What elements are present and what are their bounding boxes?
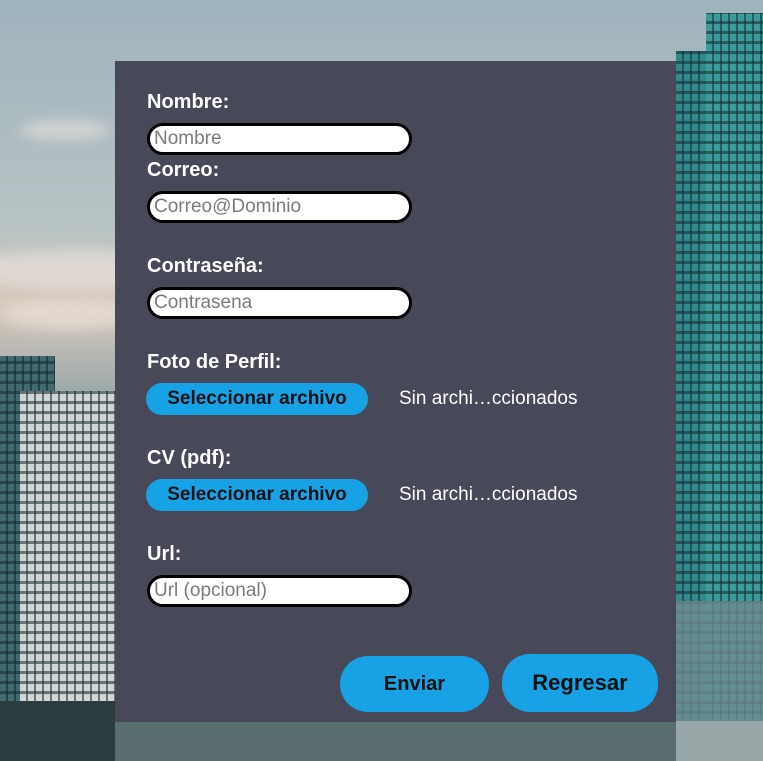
cv-file-button[interactable]: Seleccionar archivo bbox=[146, 479, 368, 511]
nombre-label: Nombre: bbox=[147, 91, 230, 113]
foto-file-status: Sin archi…ccionados bbox=[399, 388, 578, 409]
foto-file-button[interactable]: Seleccionar archivo bbox=[146, 383, 368, 415]
registration-form: Nombre: Correo: Contraseña: Foto de Perf… bbox=[115, 61, 676, 722]
url-input[interactable] bbox=[147, 575, 412, 607]
correo-input[interactable] bbox=[147, 191, 412, 223]
contrasena-input[interactable] bbox=[147, 287, 412, 319]
correo-label: Correo: bbox=[147, 159, 220, 181]
url-label: Url: bbox=[147, 543, 182, 565]
cv-file-status: Sin archi…ccionados bbox=[399, 484, 578, 505]
back-button[interactable]: Regresar bbox=[502, 654, 658, 712]
submit-button[interactable]: Enviar bbox=[340, 656, 489, 712]
cv-label: CV (pdf): bbox=[147, 447, 232, 469]
foto-label: Foto de Perfil: bbox=[147, 351, 282, 373]
nombre-input[interactable] bbox=[147, 123, 412, 155]
contrasena-label: Contraseña: bbox=[147, 255, 264, 277]
